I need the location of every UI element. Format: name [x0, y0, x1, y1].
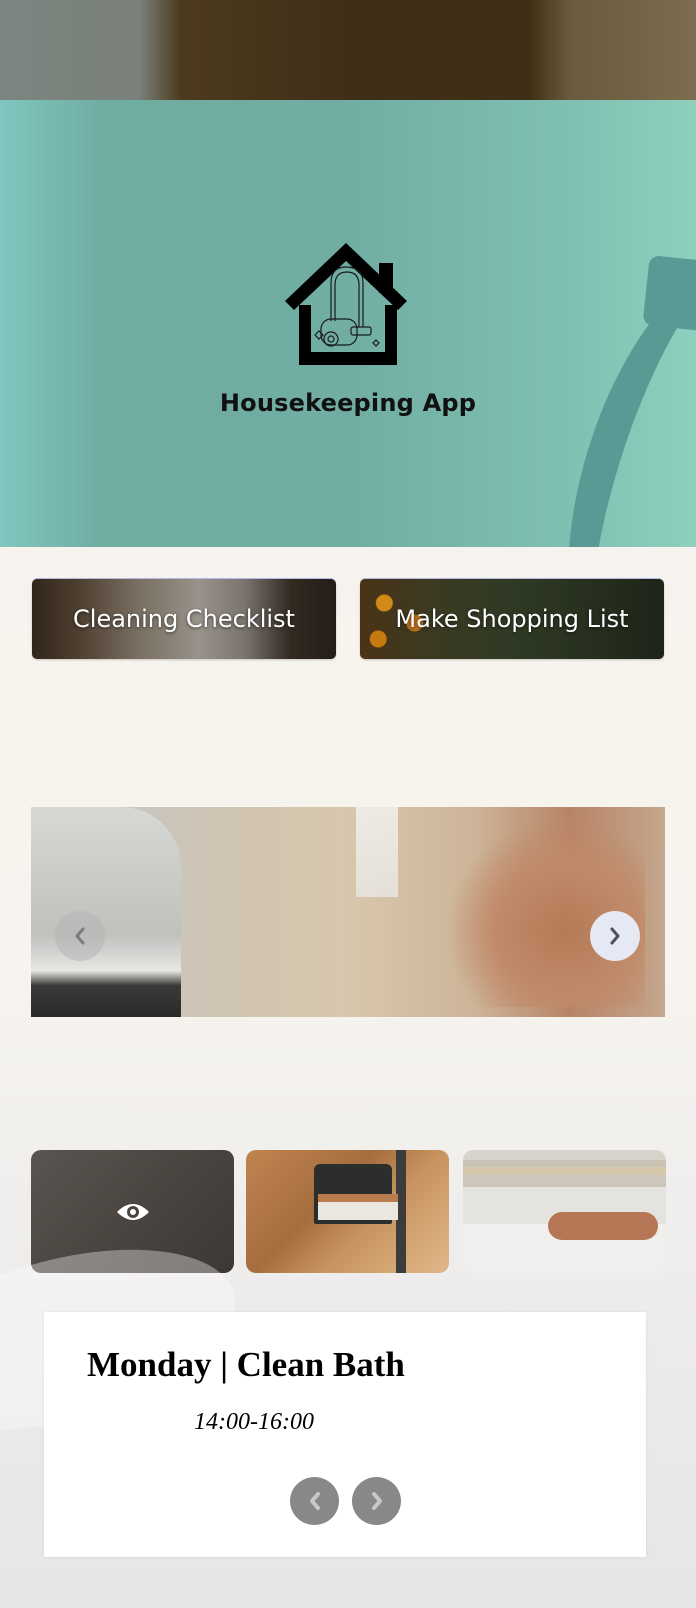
- thumbnail-brush-image: [318, 1194, 398, 1220]
- thumbnail-hand-image: [548, 1212, 658, 1240]
- make-shopping-list-button[interactable]: Make Shopping List: [360, 579, 664, 659]
- header-photo: [0, 0, 696, 100]
- cleaning-checklist-label: Cleaning Checklist: [73, 605, 295, 633]
- chevron-left-icon: [309, 1492, 320, 1510]
- chevron-left-icon: [75, 927, 85, 945]
- schedule-prev-button[interactable]: [290, 1477, 339, 1525]
- slider-prev-button[interactable]: [55, 911, 105, 961]
- slide-image-background: [356, 807, 398, 897]
- gallery-thumbnail[interactable]: [463, 1150, 666, 1273]
- slide-image-iron: [31, 807, 181, 1017]
- make-shopping-list-label: Make Shopping List: [395, 605, 629, 633]
- app-title: Housekeeping App: [219, 389, 477, 417]
- slider-next-button[interactable]: [590, 911, 640, 961]
- chevron-right-icon: [610, 927, 620, 945]
- schedule-card: Monday | Clean Bath 14:00-16:00: [44, 1312, 646, 1557]
- decorative-shape: [642, 255, 696, 331]
- schedule-title: Monday | Clean Bath: [87, 1345, 405, 1384]
- gallery-thumbnail[interactable]: [246, 1150, 449, 1273]
- house-vacuum-icon: [285, 243, 407, 365]
- schedule-time: 14:00-16:00: [194, 1409, 314, 1435]
- schedule-next-button[interactable]: [352, 1477, 401, 1525]
- eye-icon: [117, 1204, 149, 1220]
- cleaning-checklist-button[interactable]: Cleaning Checklist: [32, 579, 336, 659]
- image-slider[interactable]: [31, 807, 665, 1017]
- chevron-right-icon: [371, 1492, 382, 1510]
